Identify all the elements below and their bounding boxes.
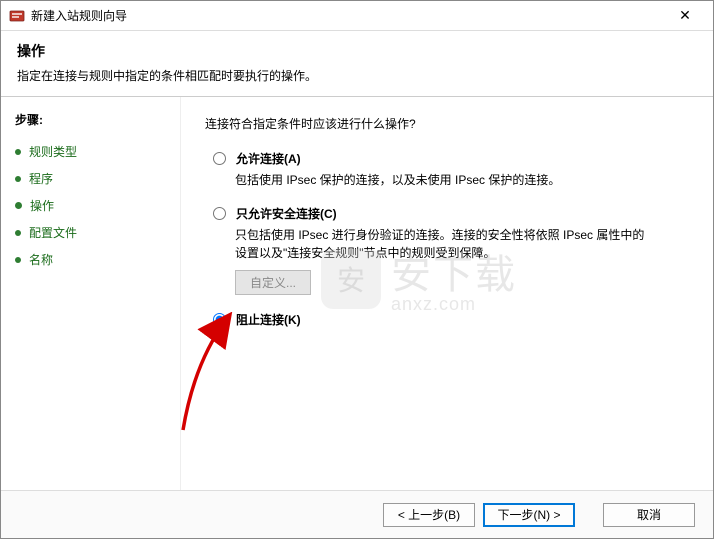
step-label: 规则类型 <box>29 143 77 160</box>
option-secure-connection: 只允许安全连接(C) 只包括使用 IPsec 进行身份验证的连接。连接的安全性将… <box>213 205 689 295</box>
cancel-button[interactable]: 取消 <box>603 503 695 527</box>
step-program[interactable]: 程序 <box>15 165 170 192</box>
back-button[interactable]: < 上一步(B) <box>383 503 475 527</box>
app-icon <box>9 8 25 24</box>
step-name[interactable]: 名称 <box>15 246 170 273</box>
customize-button: 自定义... <box>235 270 311 295</box>
radio-secure[interactable] <box>213 207 226 220</box>
close-button[interactable]: ✕ <box>665 2 705 30</box>
close-icon: ✕ <box>679 7 691 24</box>
radio-block[interactable] <box>213 313 226 326</box>
action-options: 允许连接(A) 包括使用 IPsec 保护的连接，以及未使用 IPsec 保护的… <box>213 150 689 328</box>
window-title: 新建入站规则向导 <box>31 7 665 24</box>
bullet-icon <box>15 230 21 236</box>
step-rule-type[interactable]: 规则类型 <box>15 138 170 165</box>
step-label: 名称 <box>29 251 53 268</box>
wizard-body: 步骤: 规则类型 程序 操作 配置文件 名称 <box>1 97 713 490</box>
bullet-icon <box>15 202 22 209</box>
step-label: 操作 <box>30 197 54 214</box>
titlebar: 新建入站规则向导 ✕ <box>1 1 713 31</box>
option-block-connection: 阻止连接(K) <box>213 311 689 328</box>
steps-title: 步骤: <box>15 111 170 128</box>
page-subtitle: 指定在连接与规则中指定的条件相匹配时要执行的操作。 <box>17 67 697 84</box>
bullet-icon <box>15 257 21 263</box>
label-secure[interactable]: 只允许安全连接(C) <box>236 205 337 222</box>
label-allow[interactable]: 允许连接(A) <box>236 150 301 167</box>
step-label: 程序 <box>29 170 53 187</box>
label-block[interactable]: 阻止连接(K) <box>236 311 301 328</box>
desc-allow: 包括使用 IPsec 保护的连接，以及未使用 IPsec 保护的连接。 <box>235 171 655 189</box>
wizard-header: 操作 指定在连接与规则中指定的条件相匹配时要执行的操作。 <box>1 31 713 97</box>
step-profile[interactable]: 配置文件 <box>15 219 170 246</box>
radio-allow[interactable] <box>213 152 226 165</box>
step-label: 配置文件 <box>29 224 77 241</box>
step-action[interactable]: 操作 <box>15 192 170 219</box>
steps-sidebar: 步骤: 规则类型 程序 操作 配置文件 名称 <box>1 97 181 490</box>
option-allow-connection: 允许连接(A) 包括使用 IPsec 保护的连接，以及未使用 IPsec 保护的… <box>213 150 689 189</box>
bullet-icon <box>15 176 21 182</box>
page-title: 操作 <box>17 41 697 61</box>
desc-secure: 只包括使用 IPsec 进行身份验证的连接。连接的安全性将依照 IPsec 属性… <box>235 226 655 262</box>
next-button[interactable]: 下一步(N) > <box>483 503 575 527</box>
bullet-icon <box>15 149 21 155</box>
wizard-main: 连接符合指定条件时应该进行什么操作? 允许连接(A) 包括使用 IPsec 保护… <box>181 97 713 490</box>
annotation-arrow <box>171 312 241 432</box>
wizard-footer: < 上一步(B) 下一步(N) > 取消 <box>1 490 713 538</box>
action-prompt: 连接符合指定条件时应该进行什么操作? <box>205 115 689 132</box>
wizard-window: 新建入站规则向导 ✕ 操作 指定在连接与规则中指定的条件相匹配时要执行的操作。 … <box>0 0 714 539</box>
